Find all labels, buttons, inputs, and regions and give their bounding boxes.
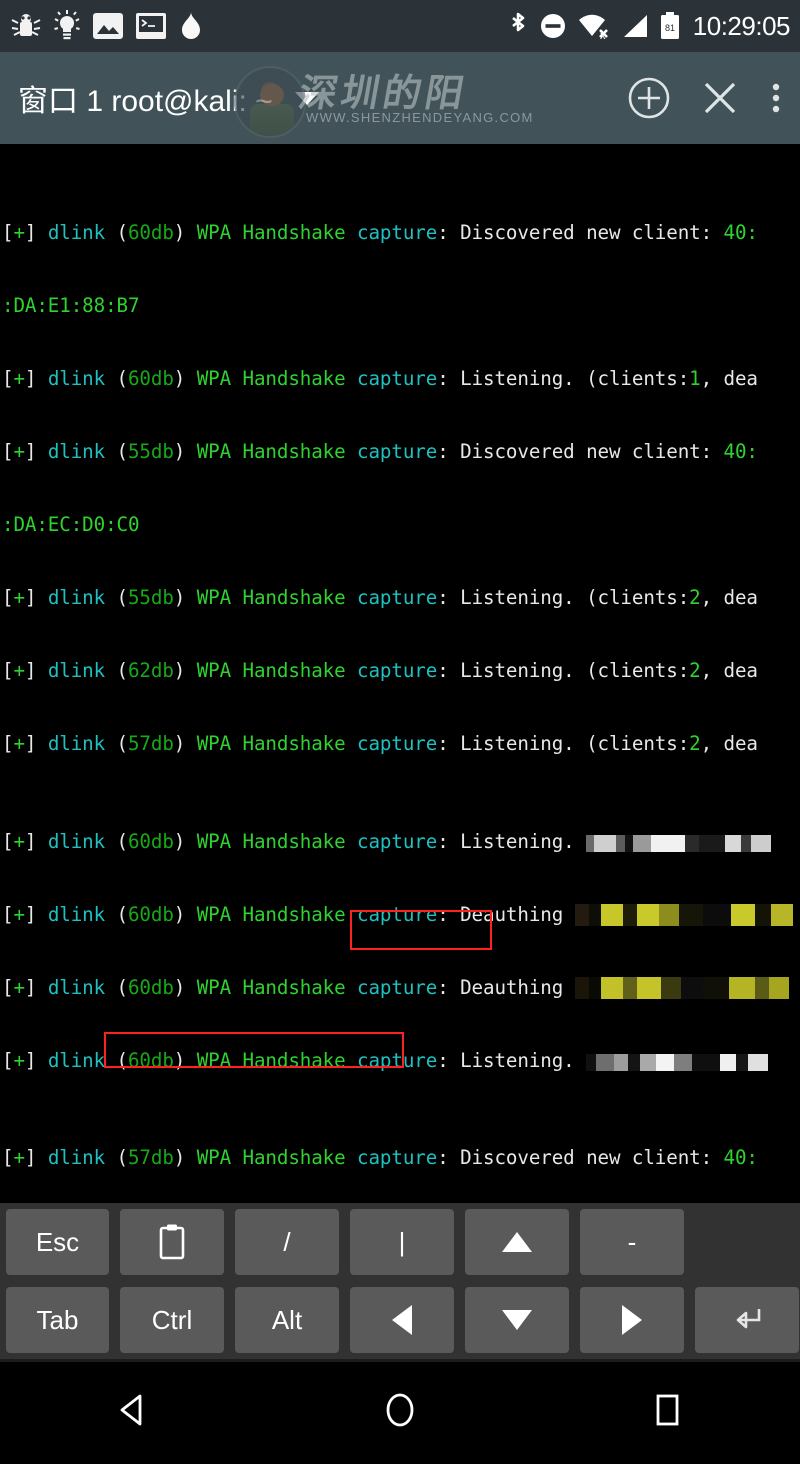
app-icon-spider	[11, 14, 41, 36]
terminal-line: [+] dlink (60db) WPA Handshake capture: …	[2, 367, 758, 391]
window-title: 窗口 1 root@kali: ~	[18, 85, 273, 118]
key-ctrl-label: Ctrl	[151, 1304, 193, 1335]
wifi-off-icon: x	[578, 14, 608, 41]
terminal-lines: [+] dlink (60db) WPA Handshake capture: …	[2, 148, 800, 1203]
svg-text:x: x	[600, 30, 606, 41]
key-alt[interactable]: Alt	[235, 1287, 339, 1353]
chevron-down-icon[interactable]	[294, 91, 319, 105]
battery-icon: 81	[660, 12, 679, 39]
terminal-line: [+] dlink (57db) WPA Handshake capture: …	[2, 732, 758, 756]
watermark-url: WWW.SHENZHENDEYANG.COM	[306, 110, 534, 125]
key-tab-label: Tab	[36, 1304, 79, 1335]
terminal-line: [+] dlink (55db) WPA Handshake capture: …	[2, 586, 758, 610]
key-arrow-left[interactable]	[350, 1287, 454, 1353]
title-bar-actions	[626, 75, 784, 121]
key-minus[interactable]: -	[580, 1209, 684, 1275]
terminal-window-icon	[136, 13, 166, 39]
avatar-icon	[215, 9, 249, 43]
censor-mosaic	[574, 977, 789, 1000]
triangle-left-icon	[392, 1305, 412, 1335]
nav-recents-button[interactable]	[622, 1380, 712, 1440]
android-screen: x 81 10:29:05 窗口 1 root@kali: ~ 深圳的阳 WWW…	[0, 0, 800, 1464]
battery-level-text: 81	[665, 23, 675, 33]
censor-mosaic	[574, 904, 793, 927]
key-toolbar-row-2: Tab Ctrl Alt	[0, 1287, 800, 1357]
recents-square-icon	[656, 1394, 679, 1426]
terminal-line: [+] dlink (60db) WPA Handshake capture: …	[2, 830, 800, 854]
key-paste[interactable]	[120, 1209, 224, 1275]
do-not-disturb-icon	[540, 14, 565, 38]
clipboard-icon	[159, 1224, 185, 1260]
watermark-text-cn: 深圳的阳	[295, 71, 472, 115]
bluetooth-icon	[511, 12, 525, 32]
triangle-down-icon	[502, 1310, 532, 1330]
photo-icon	[93, 13, 123, 39]
terminal-line: [+] dlink (60db) WPA Handshake capture: …	[2, 903, 800, 927]
key-ctrl[interactable]: Ctrl	[120, 1287, 224, 1353]
key-pipe[interactable]: |	[350, 1209, 454, 1275]
key-arrow-up[interactable]	[465, 1209, 569, 1275]
status-bar-notification-icons	[10, 9, 249, 43]
terminal-line: [+] dlink (60db) WPA Handshake capture: …	[2, 221, 758, 245]
site-watermark: 深圳的阳 WWW.SHENZHENDEYANG.COM	[228, 58, 532, 144]
status-bar-clock: 10:29:05	[692, 10, 791, 41]
key-arrow-down[interactable]	[465, 1287, 569, 1353]
terminal-line: :DA:EC:D0:C0	[2, 513, 140, 537]
plus-circle-icon[interactable]	[626, 75, 672, 121]
key-tab[interactable]: Tab	[6, 1287, 109, 1353]
android-status-bar: x 81 10:29:05	[0, 0, 800, 52]
censor-mosaic	[586, 834, 772, 852]
key-esc-label: Esc	[35, 1226, 80, 1257]
terminal-output-area[interactable]: [+] dlink (60db) WPA Handshake capture: …	[0, 144, 800, 1203]
nav-home-button[interactable]	[355, 1380, 445, 1440]
terminal-line: [+] dlink (62db) WPA Handshake capture: …	[2, 659, 758, 683]
close-icon[interactable]	[698, 76, 742, 120]
terminal-line: [+] dlink (55db) WPA Handshake capture: …	[2, 440, 758, 464]
droplet-icon	[182, 12, 200, 39]
key-esc[interactable]: Esc	[6, 1209, 109, 1275]
nav-back-button[interactable]	[88, 1380, 178, 1440]
key-slash[interactable]: /	[235, 1209, 339, 1275]
key-arrow-right[interactable]	[580, 1287, 684, 1353]
key-enter[interactable]	[695, 1287, 799, 1353]
signal-bars-icon	[623, 15, 647, 37]
android-navigation-bar	[0, 1359, 800, 1458]
terminal-line: [+] dlink (60db) WPA Handshake capture: …	[2, 976, 800, 1000]
terminal-key-toolbar: Esc / | - Tab Ctrl Alt	[0, 1203, 800, 1359]
key-slash-label: /	[283, 1226, 291, 1257]
key-alt-label: Alt	[271, 1304, 303, 1335]
status-bar-system-icons: x 81 10:29:05	[507, 10, 794, 42]
triangle-up-icon	[502, 1232, 532, 1252]
terminal-line: :DA:E1:88:B7	[2, 294, 140, 318]
key-toolbar-row-1: Esc / | -	[0, 1209, 800, 1279]
enter-return-icon	[736, 1309, 761, 1329]
key-minus-label: -	[627, 1226, 637, 1257]
home-circle-icon	[386, 1393, 414, 1427]
more-vertical-icon[interactable]	[768, 76, 784, 120]
back-triangle-icon	[120, 1394, 142, 1426]
terminal-line: [+] dlink (60db) WPA Handshake capture: …	[2, 1049, 800, 1073]
key-pipe-label: |	[398, 1226, 406, 1257]
terminal-line: [+] dlink (57db) WPA Handshake capture: …	[2, 1146, 758, 1170]
terminal-title-bar: 窗口 1 root@kali: ~ 深圳的阳 WWW.SHENZHENDEYAN…	[0, 52, 800, 144]
censor-mosaic	[586, 1053, 769, 1071]
lightbulb-icon	[54, 10, 80, 40]
triangle-right-icon	[622, 1305, 642, 1335]
